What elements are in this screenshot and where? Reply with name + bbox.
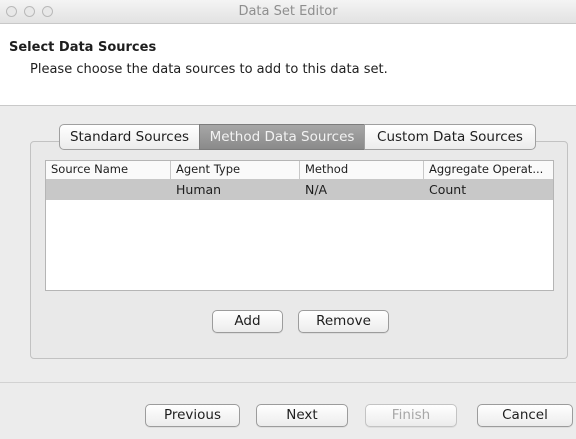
data-sources-table[interactable]: Source Name Agent Type Method Aggregate … <box>45 160 554 291</box>
remove-button[interactable]: Remove <box>298 310 389 333</box>
column-header-method[interactable]: Method <box>300 161 424 179</box>
cancel-button[interactable]: Cancel <box>477 404 573 427</box>
table-header: Source Name Agent Type Method Aggregate … <box>46 161 553 180</box>
tab-method-data-sources[interactable]: Method Data Sources <box>199 124 365 150</box>
column-header-aggregate-operation[interactable]: Aggregate Operat... <box>424 161 553 179</box>
add-button[interactable]: Add <box>212 310 283 333</box>
page-title: Select Data Sources <box>9 40 157 55</box>
cell-agent-type[interactable]: Human <box>171 180 300 200</box>
next-button[interactable]: Next <box>256 404 348 427</box>
cell-aggregate-operation[interactable]: Count <box>424 180 553 200</box>
wizard-header: Select Data Sources Please choose the da… <box>0 24 576 106</box>
footer-divider <box>0 382 576 383</box>
table-row[interactable]: Human N/A Count <box>46 180 553 200</box>
window-title: Data Set Editor <box>238 4 338 19</box>
window-titlebar: Data Set Editor <box>0 0 576 24</box>
cell-source-name[interactable] <box>46 180 171 200</box>
previous-button[interactable]: Previous <box>145 404 240 427</box>
source-tabs: Standard Sources Method Data Sources Cus… <box>59 124 536 150</box>
finish-button: Finish <box>365 404 457 427</box>
tab-standard-sources[interactable]: Standard Sources <box>59 124 200 150</box>
cell-method[interactable]: N/A <box>300 180 424 200</box>
tab-custom-data-sources[interactable]: Custom Data Sources <box>364 124 536 150</box>
page-description: Please choose the data sources to add to… <box>30 62 388 77</box>
column-header-source-name[interactable]: Source Name <box>46 161 171 179</box>
column-header-agent-type[interactable]: Agent Type <box>171 161 300 179</box>
